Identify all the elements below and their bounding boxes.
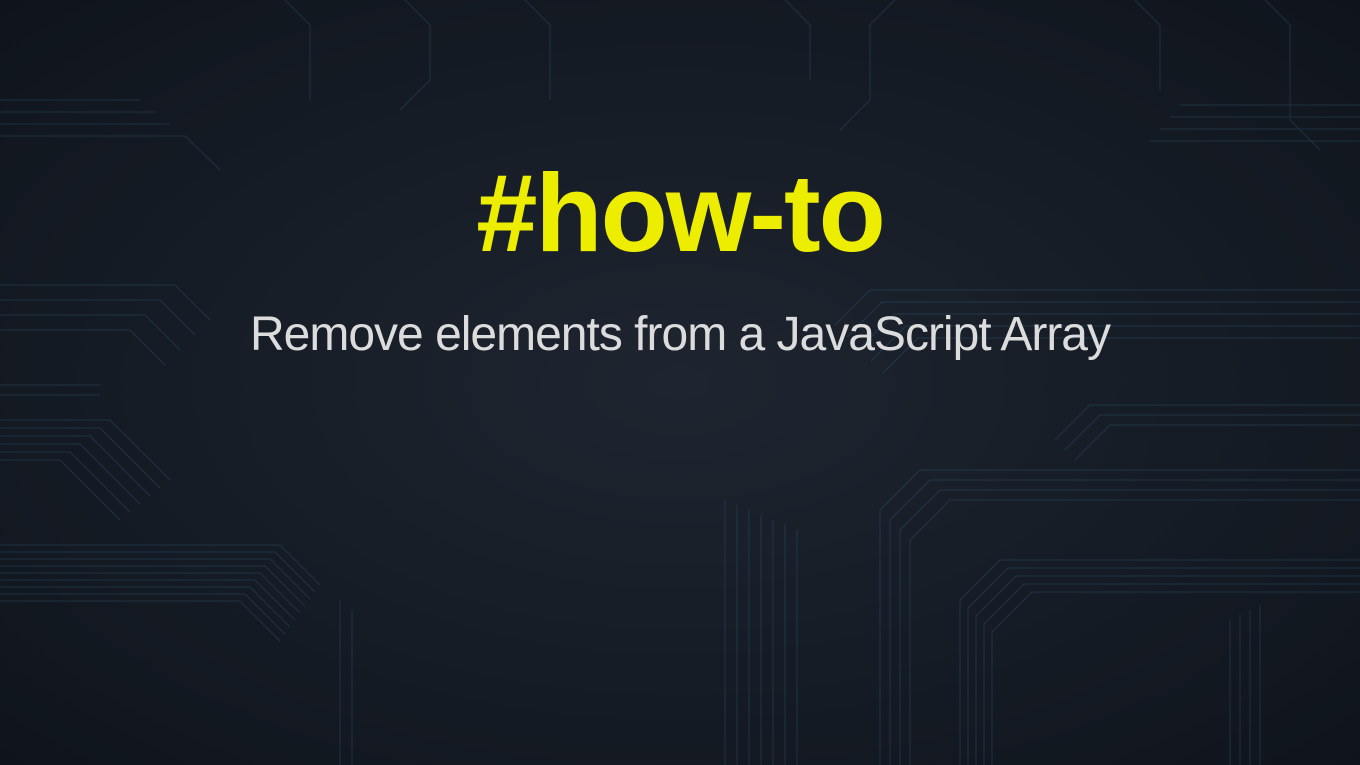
subtitle-text: Remove elements from a JavaScript Array xyxy=(250,307,1110,362)
hero-content: #how-to Remove elements from a JavaScrip… xyxy=(0,0,1360,765)
tag-heading: #how-to xyxy=(476,150,884,277)
